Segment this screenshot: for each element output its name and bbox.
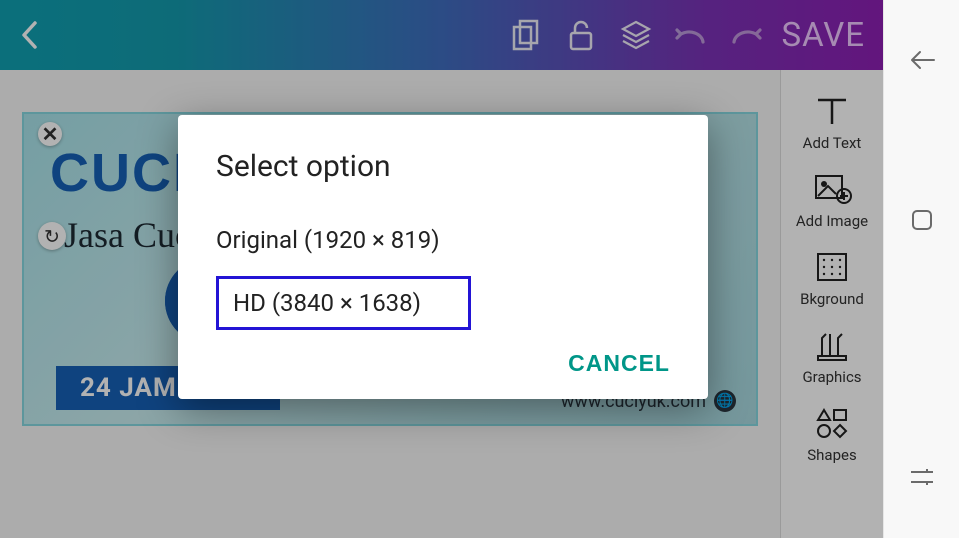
system-nav-bar bbox=[883, 0, 959, 538]
system-recents-button[interactable] bbox=[884, 418, 959, 538]
dialog-actions: CANCEL bbox=[216, 350, 670, 377]
system-back-button[interactable] bbox=[884, 0, 959, 120]
option-original[interactable]: Original (1920 × 819) bbox=[216, 214, 670, 266]
option-hd[interactable]: HD (3840 × 1638) bbox=[216, 276, 471, 330]
square-icon bbox=[910, 208, 934, 232]
select-option-dialog: Select option Original (1920 × 819) HD (… bbox=[178, 115, 708, 399]
recents-icon bbox=[909, 468, 935, 488]
system-home-button[interactable] bbox=[884, 160, 959, 280]
dialog-title: Select option bbox=[216, 149, 670, 184]
cancel-button[interactable]: CANCEL bbox=[568, 350, 670, 377]
app-root: SAVE CUCI Jasa Cuci ✕ ↻ 5 D 24 JAM BUKA … bbox=[0, 0, 959, 538]
arrow-left-icon bbox=[908, 48, 936, 72]
